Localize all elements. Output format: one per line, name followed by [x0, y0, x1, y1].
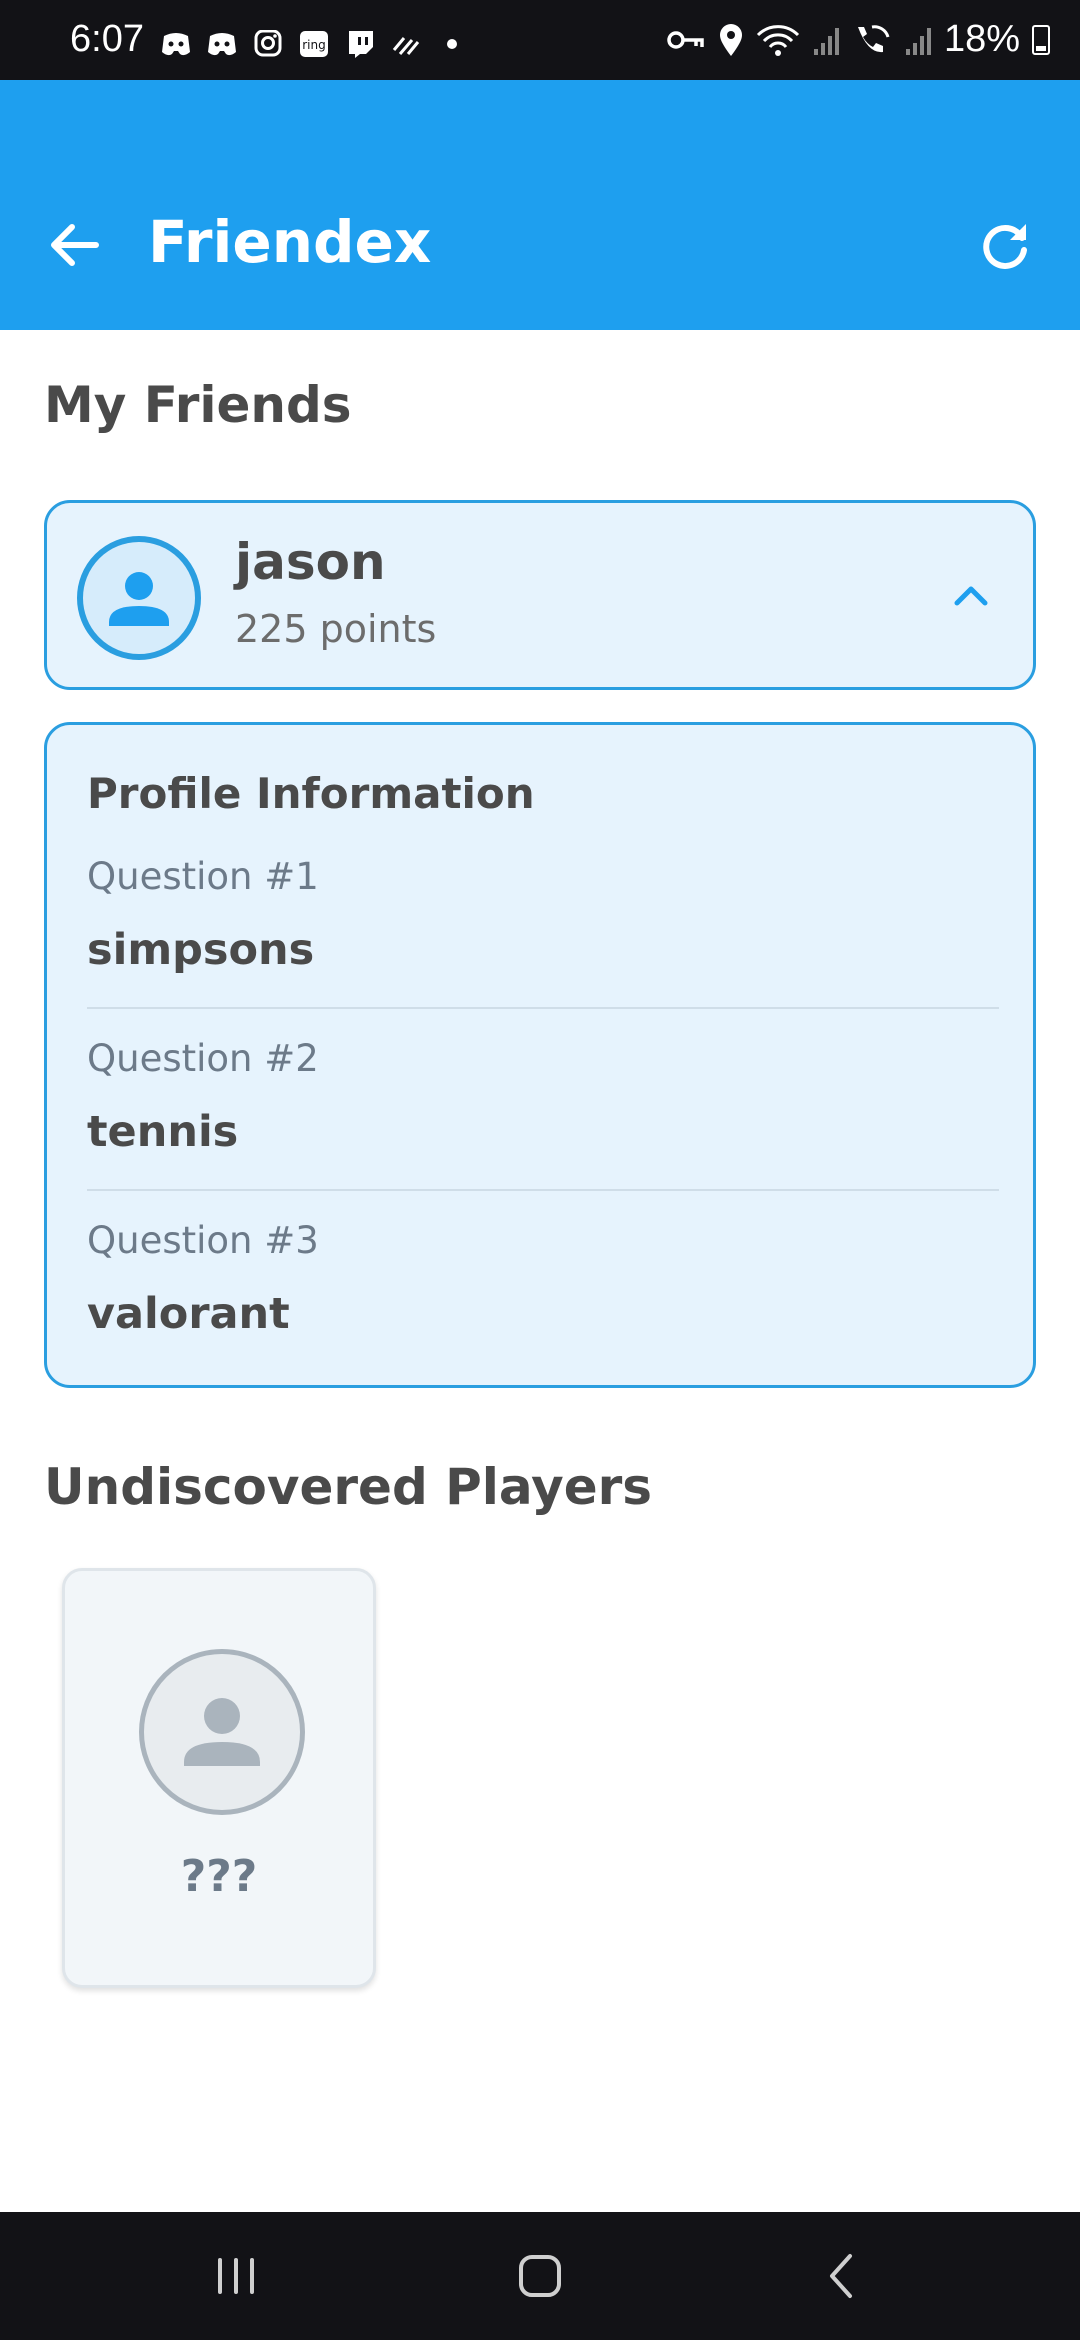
signal-icon — [905, 27, 931, 55]
question-label: Question #1 — [87, 855, 319, 898]
player-name: ??? — [180, 1851, 258, 1902]
friend-name: jason — [235, 533, 386, 591]
person-icon — [109, 572, 169, 626]
person-icon — [184, 1698, 260, 1766]
wifi-call-icon — [857, 24, 890, 52]
twitch-icon — [349, 31, 373, 58]
question-answer: tennis — [87, 1107, 239, 1157]
recent-apps-icon[interactable] — [206, 2246, 266, 2306]
vpn-key-icon — [667, 30, 704, 49]
signal-icon — [813, 27, 839, 55]
notification-icons: ring — [160, 30, 468, 58]
dot-icon — [447, 39, 457, 49]
back-icon[interactable] — [812, 2246, 872, 2306]
question-label: Question #3 — [87, 1219, 319, 1262]
undiscovered-players-heading: Undiscovered Players — [44, 1458, 653, 1516]
instagram-icon — [254, 30, 282, 57]
friend-points: 225 points — [235, 607, 437, 651]
navigation-bar — [0, 2212, 1080, 2340]
system-icons: 18% — [666, 18, 1050, 61]
back-arrow-icon[interactable] — [40, 210, 110, 280]
my-friends-heading: My Friends — [44, 376, 352, 434]
profile-heading: Profile Information — [87, 769, 535, 818]
ring-icon: ring — [300, 31, 328, 57]
undiscovered-player-card[interactable]: ??? — [62, 1568, 376, 1988]
status-time: 6:07 — [70, 18, 144, 60]
profile-information-panel: Profile Information Question #1 simpsons… — [44, 722, 1036, 1388]
question-answer: valorant — [87, 1289, 290, 1339]
divider — [87, 1007, 999, 1009]
app-bar — [0, 80, 1080, 330]
location-icon — [719, 23, 742, 56]
battery-icon — [1032, 24, 1050, 55]
divider — [87, 1189, 999, 1191]
player-avatar — [139, 1649, 305, 1815]
friend-card[interactable]: jason 225 points — [44, 500, 1036, 690]
status-bar: 6:07 ring 18% — [0, 0, 1080, 80]
activity-icon — [392, 37, 420, 55]
friend-avatar — [77, 536, 201, 660]
question-label: Question #2 — [87, 1037, 319, 1080]
question-answer: simpsons — [87, 925, 315, 975]
discord-icon — [162, 33, 190, 56]
svg-text:ring: ring — [302, 38, 326, 52]
chevron-up-icon[interactable] — [945, 571, 997, 623]
home-icon[interactable] — [510, 2246, 570, 2306]
discord-icon — [208, 33, 236, 56]
wifi-icon — [756, 24, 800, 56]
battery-level: 18% — [943, 18, 1020, 60]
page-title: Friendex — [148, 208, 432, 276]
refresh-icon[interactable] — [970, 210, 1040, 280]
